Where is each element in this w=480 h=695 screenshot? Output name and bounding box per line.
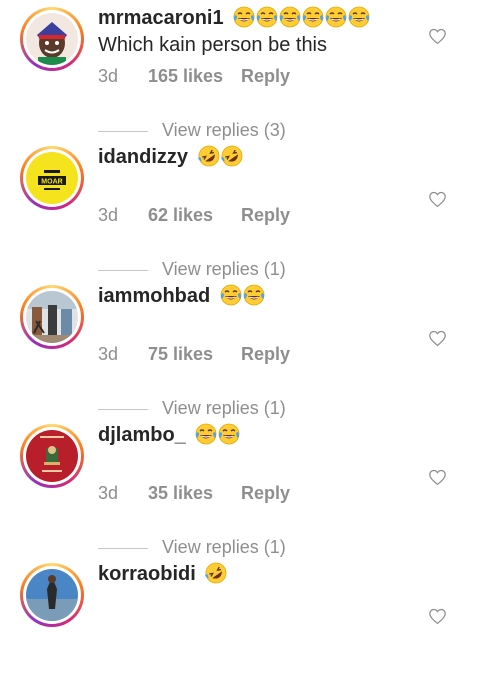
view-replies-label[interactable]: View replies (3) [162, 120, 286, 141]
avatar[interactable] [20, 7, 84, 71]
avatar[interactable] [20, 285, 84, 349]
comment-text: Which kain person be this [98, 34, 328, 56]
heart-outline-icon[interactable] [428, 191, 447, 208]
comment-meta: 3d 75 likes Reply [98, 344, 290, 365]
reply-button[interactable]: Reply [241, 205, 290, 225]
timestamp: 3d [98, 66, 119, 86]
face-with-tears-of-joy-icon [348, 6, 370, 28]
face-with-tears-of-joy-icon [325, 6, 347, 28]
emoji-group [204, 562, 227, 585]
view-replies-label[interactable]: View replies (1) [162, 398, 286, 419]
likes-count[interactable]: 165 likes [148, 66, 241, 87]
username[interactable]: mrmacaroni1 [98, 7, 224, 29]
heart-outline-icon[interactable] [428, 28, 447, 45]
replies-divider [98, 548, 148, 549]
rolling-on-floor-laughing-icon [220, 145, 243, 167]
timestamp: 3d [98, 205, 119, 225]
username[interactable]: idandizzy [98, 146, 188, 168]
emoji-group [194, 423, 240, 446]
replies-divider [98, 131, 148, 132]
reply-button[interactable]: Reply [241, 344, 290, 364]
replies-divider [98, 270, 148, 271]
avatar[interactable] [20, 563, 84, 627]
username[interactable]: djlambo_ [98, 424, 186, 446]
rolling-on-floor-laughing-icon [197, 145, 220, 167]
face-with-tears-of-joy-icon [233, 6, 255, 28]
comment-item: MOAR idandizzy 3d 62 likes Reply View repl… [0, 139, 480, 280]
comment-item: djlambo_ 3d 35 likes Reply View replies (1… [0, 417, 480, 558]
comment-meta: 3d 62 likes Reply [98, 205, 290, 226]
face-with-tears-of-joy-icon [279, 6, 301, 28]
avatar[interactable]: MOAR [20, 146, 84, 210]
timestamp: 3d [98, 344, 119, 364]
face-with-tears-of-joy-icon [243, 284, 265, 306]
heart-outline-icon[interactable] [428, 608, 447, 625]
avatar-logo-text: MOAR [41, 179, 62, 186]
comment-meta: 3d 165 likes Reply [98, 66, 290, 87]
heart-outline-icon[interactable] [428, 469, 447, 486]
view-replies-label[interactable]: View replies (1) [162, 537, 286, 558]
emoji-group [219, 284, 265, 307]
username[interactable]: korraobidi [98, 563, 196, 585]
face-with-tears-of-joy-icon [195, 423, 217, 445]
likes-count[interactable]: 75 likes [148, 344, 241, 365]
heart-outline-icon[interactable] [428, 330, 447, 347]
emoji-group [197, 145, 243, 168]
face-with-tears-of-joy-icon [218, 423, 240, 445]
username[interactable]: iammohbad [98, 285, 210, 307]
comment-item: mrmacaroni1 Which kain person be this 3d… [0, 0, 480, 141]
face-with-tears-of-joy-icon [302, 6, 324, 28]
reply-button[interactable]: Reply [241, 483, 290, 503]
view-replies-label[interactable]: View replies (1) [162, 259, 286, 280]
comment-meta: 3d 35 likes Reply [98, 483, 290, 504]
timestamp: 3d [98, 483, 119, 503]
likes-count[interactable]: 62 likes [148, 205, 241, 226]
face-with-tears-of-joy-icon [220, 284, 242, 306]
reply-button[interactable]: Reply [241, 66, 290, 86]
comment-item: iammohbad 3d 75 likes Reply View replies (… [0, 278, 480, 419]
emoji-group [232, 6, 370, 29]
face-with-tears-of-joy-icon [256, 6, 278, 28]
replies-divider [98, 409, 148, 410]
avatar[interactable] [20, 424, 84, 488]
rolling-on-floor-laughing-icon [205, 562, 227, 584]
likes-count[interactable]: 35 likes [148, 483, 241, 504]
